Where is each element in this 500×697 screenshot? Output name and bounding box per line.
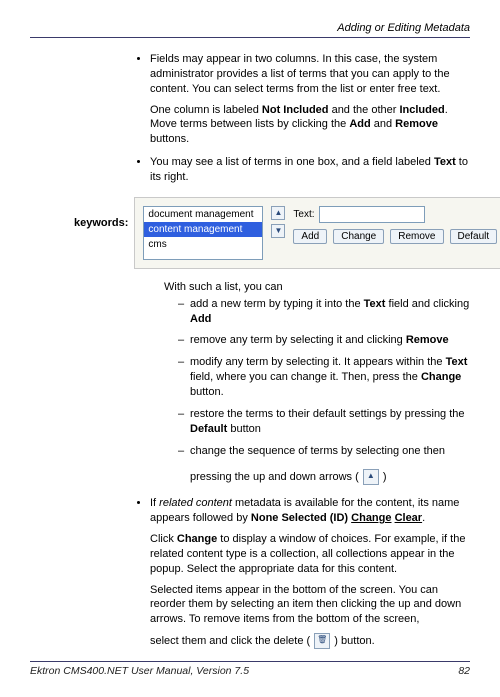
page-footer: Ektron CMS400.NET User Manual, Version 7…: [30, 665, 470, 677]
page-header-title: Adding or Editing Metadata: [30, 22, 470, 34]
dash-sequence: change the sequence of terms by selectin…: [178, 444, 470, 486]
remove-button[interactable]: Remove: [390, 229, 443, 244]
footer-page-number: 82: [458, 665, 470, 677]
dash-restore: restore the terms to their default setti…: [178, 407, 470, 437]
move-down-icon[interactable]: ▼: [271, 224, 285, 238]
change-button[interactable]: Change: [333, 229, 384, 244]
footer-rule: [30, 661, 470, 662]
related-p3: Selected items appear in the bottom of t…: [150, 583, 470, 628]
bullet-related-content: If related content metadata is available…: [150, 496, 470, 649]
delete-icon: 🗑: [314, 633, 330, 649]
keywords-panel: keywords: document management content ma…: [74, 197, 470, 269]
text-row: Text:: [293, 206, 497, 223]
list-item[interactable]: document management: [144, 207, 262, 222]
footer-title: Ektron CMS400.NET User Manual, Version 7…: [30, 665, 249, 677]
with-such-text: With such a list, you can: [164, 281, 470, 293]
related-p2: Click Change to display a window of choi…: [150, 532, 470, 577]
text-label: Text:: [293, 209, 314, 220]
list-item[interactable]: cms: [144, 237, 262, 252]
related-p4: select them and click the delete ( 🗑 ) b…: [150, 633, 470, 649]
move-up-icon[interactable]: ▲: [271, 206, 285, 220]
add-button[interactable]: Add: [293, 229, 327, 244]
list-item[interactable]: content management: [144, 222, 262, 237]
dash-remove: remove any term by selecting it and clic…: [178, 333, 470, 348]
header-rule: [30, 37, 470, 38]
keywords-box: document management content management c…: [134, 197, 500, 269]
keywords-listbox[interactable]: document management content management c…: [143, 206, 263, 260]
bullet-text-field: You may see a list of terms in one box, …: [150, 155, 470, 185]
bullet-1-text: Fields may appear in two columns. In thi…: [150, 53, 450, 95]
bullet-1-para2: One column is labeled Not Included and t…: [150, 103, 470, 148]
dash-sequence-p2: pressing the up and down arrows ( ▲ ): [190, 469, 470, 485]
bullet-two-columns: Fields may appear in two columns. In thi…: [150, 52, 470, 147]
text-input[interactable]: [319, 206, 425, 223]
dash-modify: modify any term by selecting it. It appe…: [178, 355, 470, 400]
dash-add: add a new term by typing it into the Tex…: [178, 297, 470, 327]
reorder-arrows: ▲ ▼: [271, 206, 285, 238]
keywords-label: keywords:: [74, 197, 128, 229]
up-down-arrow-icon: ▲: [363, 469, 379, 485]
default-button[interactable]: Default: [450, 229, 498, 244]
